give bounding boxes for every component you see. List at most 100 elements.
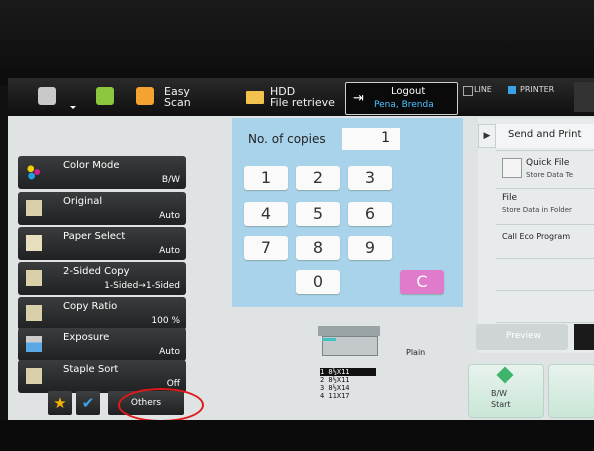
key-2[interactable]: 2 bbox=[296, 166, 340, 190]
tray-2-label: 2 8½X11 bbox=[320, 376, 350, 384]
color-mode-button[interactable]: Color Mode B/W bbox=[18, 156, 186, 189]
expand-panel-button[interactable]: ▶ bbox=[478, 124, 496, 148]
play-arrow-icon: ▶ bbox=[483, 131, 491, 141]
hdd-file-retrieve-button[interactable]: HDD File retrieve bbox=[246, 81, 336, 113]
original-button[interactable]: Original Auto bbox=[18, 192, 186, 225]
tray-list: 1 8½X11 2 8½X11 3 8½X14 4 11X17 bbox=[320, 368, 376, 400]
send-and-print-button[interactable]: Send and Print bbox=[496, 124, 594, 148]
two-sided-copy-label: 2-Sided Copy bbox=[63, 266, 130, 277]
easy-scan-label: Easy Scan bbox=[164, 85, 191, 109]
ratio-icon bbox=[26, 305, 42, 321]
color-start-tab[interactable] bbox=[574, 324, 594, 350]
color-dots-icon bbox=[26, 164, 42, 180]
printer-label: PRINTER bbox=[520, 85, 555, 94]
tray-1[interactable]: 1 8½X11 bbox=[320, 368, 376, 376]
file-sublabel: Store Data in Folder bbox=[502, 206, 572, 214]
quick-file-icon bbox=[502, 158, 522, 178]
copies-display: 1 bbox=[342, 128, 400, 150]
preview-button[interactable]: Preview bbox=[476, 324, 568, 350]
tray-1-label: 1 8½X11 bbox=[320, 368, 350, 376]
device-bezel-top bbox=[0, 0, 594, 85]
device-bezel-bottom bbox=[0, 420, 594, 451]
logout-icon: ⇥ bbox=[353, 91, 364, 106]
duplex-icon bbox=[26, 270, 42, 286]
color-mode-label: Color Mode bbox=[63, 160, 120, 171]
bw-start-line2: Start bbox=[491, 400, 511, 409]
hdd-label: HDD File retrieve bbox=[270, 85, 335, 109]
original-label: Original bbox=[63, 196, 103, 207]
divider bbox=[496, 150, 594, 151]
key-8[interactable]: 8 bbox=[296, 236, 340, 260]
tray-3[interactable]: 3 8½X14 bbox=[320, 384, 376, 392]
exposure-label: Exposure bbox=[63, 332, 110, 343]
dropdown-icon bbox=[70, 106, 76, 109]
staple-sort-icon bbox=[26, 368, 42, 384]
confirm-button[interactable]: ✔ bbox=[76, 391, 100, 415]
copier-touch-screen: Easy Scan HDD File retrieve ⇥ Logout Pen… bbox=[8, 78, 594, 422]
clear-key[interactable]: C bbox=[400, 270, 444, 294]
checkmark-icon: ✔ bbox=[81, 394, 95, 412]
key-5[interactable]: 5 bbox=[296, 202, 340, 226]
right-actions-panel: ▶ Send and Print Quick File Store Data T… bbox=[478, 118, 594, 353]
file-button[interactable]: File Store Data in Folder bbox=[496, 190, 594, 220]
copier-machine-icon bbox=[318, 326, 380, 356]
device-bezel-left bbox=[0, 85, 8, 425]
key-7[interactable]: 7 bbox=[244, 236, 288, 260]
exposure-value: Auto bbox=[159, 347, 180, 357]
copy-ratio-value: 100 % bbox=[151, 316, 180, 326]
color-start-button[interactable] bbox=[548, 364, 594, 418]
quick-file-button[interactable]: Quick File Store Data Te bbox=[496, 154, 594, 184]
logout-label: Logout bbox=[391, 86, 426, 97]
easy-scan-button[interactable]: Easy Scan bbox=[136, 81, 206, 113]
key-6[interactable]: 6 bbox=[348, 202, 392, 226]
divider bbox=[496, 224, 594, 225]
exposure-button[interactable]: Exposure Auto bbox=[18, 328, 186, 361]
divider bbox=[496, 290, 594, 291]
bw-start-button[interactable]: B/W Start bbox=[468, 364, 544, 418]
copy-mode-icon[interactable] bbox=[38, 87, 56, 105]
quick-file-label: Quick File bbox=[526, 158, 570, 168]
key-0[interactable]: 0 bbox=[296, 270, 340, 294]
bw-start-line1: B/W bbox=[491, 389, 508, 398]
send-and-print-label: Send and Print bbox=[508, 129, 582, 140]
key-1[interactable]: 1 bbox=[244, 166, 288, 190]
key-4[interactable]: 4 bbox=[244, 202, 288, 226]
tray-4-label: 4 11X17 bbox=[320, 392, 350, 400]
favorites-button[interactable]: ★ bbox=[48, 391, 72, 415]
logout-button[interactable]: ⇥ Logout Pena, Brenda bbox=[345, 82, 458, 115]
easy-scan-icon bbox=[136, 87, 154, 105]
line-status-indicator bbox=[463, 86, 473, 96]
logged-in-user: Pena, Brenda bbox=[374, 100, 434, 110]
copy-ratio-button[interactable]: Copy Ratio 100 % bbox=[18, 297, 186, 330]
original-value: Auto bbox=[159, 211, 180, 221]
printer-status-indicator bbox=[508, 86, 516, 94]
divider bbox=[496, 258, 594, 259]
two-sided-copy-button[interactable]: 2-Sided Copy 1-Sided→1-Sided bbox=[18, 262, 186, 295]
line-label: LINE bbox=[474, 85, 492, 94]
tray-2[interactable]: 2 8½X11 bbox=[320, 376, 376, 384]
fax-mode-icon[interactable] bbox=[96, 87, 114, 105]
copies-label: No. of copies bbox=[248, 132, 326, 146]
staple-sort-label: Staple Sort bbox=[63, 364, 119, 375]
tray-4[interactable]: 4 11X17 bbox=[320, 392, 376, 400]
call-eco-program-button[interactable]: Call Eco Program bbox=[496, 226, 594, 254]
divider bbox=[496, 188, 594, 189]
red-annotation-ellipse bbox=[118, 388, 204, 422]
copy-ratio-label: Copy Ratio bbox=[63, 301, 118, 312]
paper-icon bbox=[26, 235, 42, 251]
copies-keypad-panel: No. of copies 1 1 2 3 4 5 6 7 8 9 0 C bbox=[232, 118, 463, 307]
tray-3-label: 3 8½X14 bbox=[320, 384, 350, 392]
paper-type-label: Plain bbox=[406, 348, 426, 357]
key-3[interactable]: 3 bbox=[348, 166, 392, 190]
preview-label: Preview bbox=[506, 331, 542, 341]
two-sided-copy-value: 1-Sided→1-Sided bbox=[104, 281, 180, 291]
paper-select-value: Auto bbox=[159, 246, 180, 256]
star-icon: ★ bbox=[53, 394, 67, 412]
folder-icon bbox=[246, 91, 264, 104]
paper-select-label: Paper Select bbox=[63, 231, 126, 242]
key-9[interactable]: 9 bbox=[348, 236, 392, 260]
exposure-icon bbox=[26, 336, 42, 352]
call-eco-program-label: Call Eco Program bbox=[502, 232, 571, 241]
paper-select-button[interactable]: Paper Select Auto bbox=[18, 227, 186, 260]
job-status-tab[interactable] bbox=[574, 82, 594, 112]
